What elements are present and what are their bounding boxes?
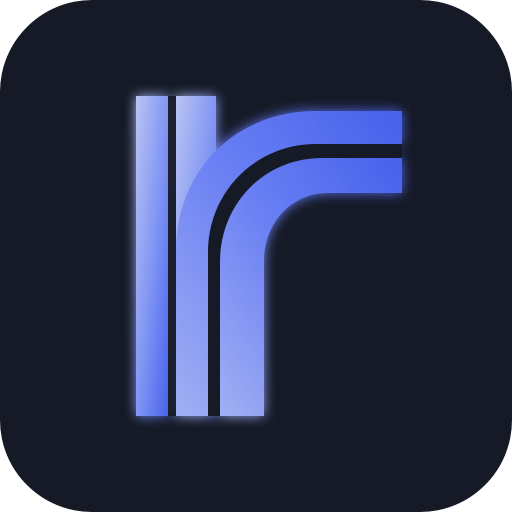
app-icon[interactable] <box>0 0 512 512</box>
app-logo-icon <box>136 96 402 416</box>
logo-bar-left <box>136 96 168 416</box>
logo-arc-inner <box>220 158 402 416</box>
